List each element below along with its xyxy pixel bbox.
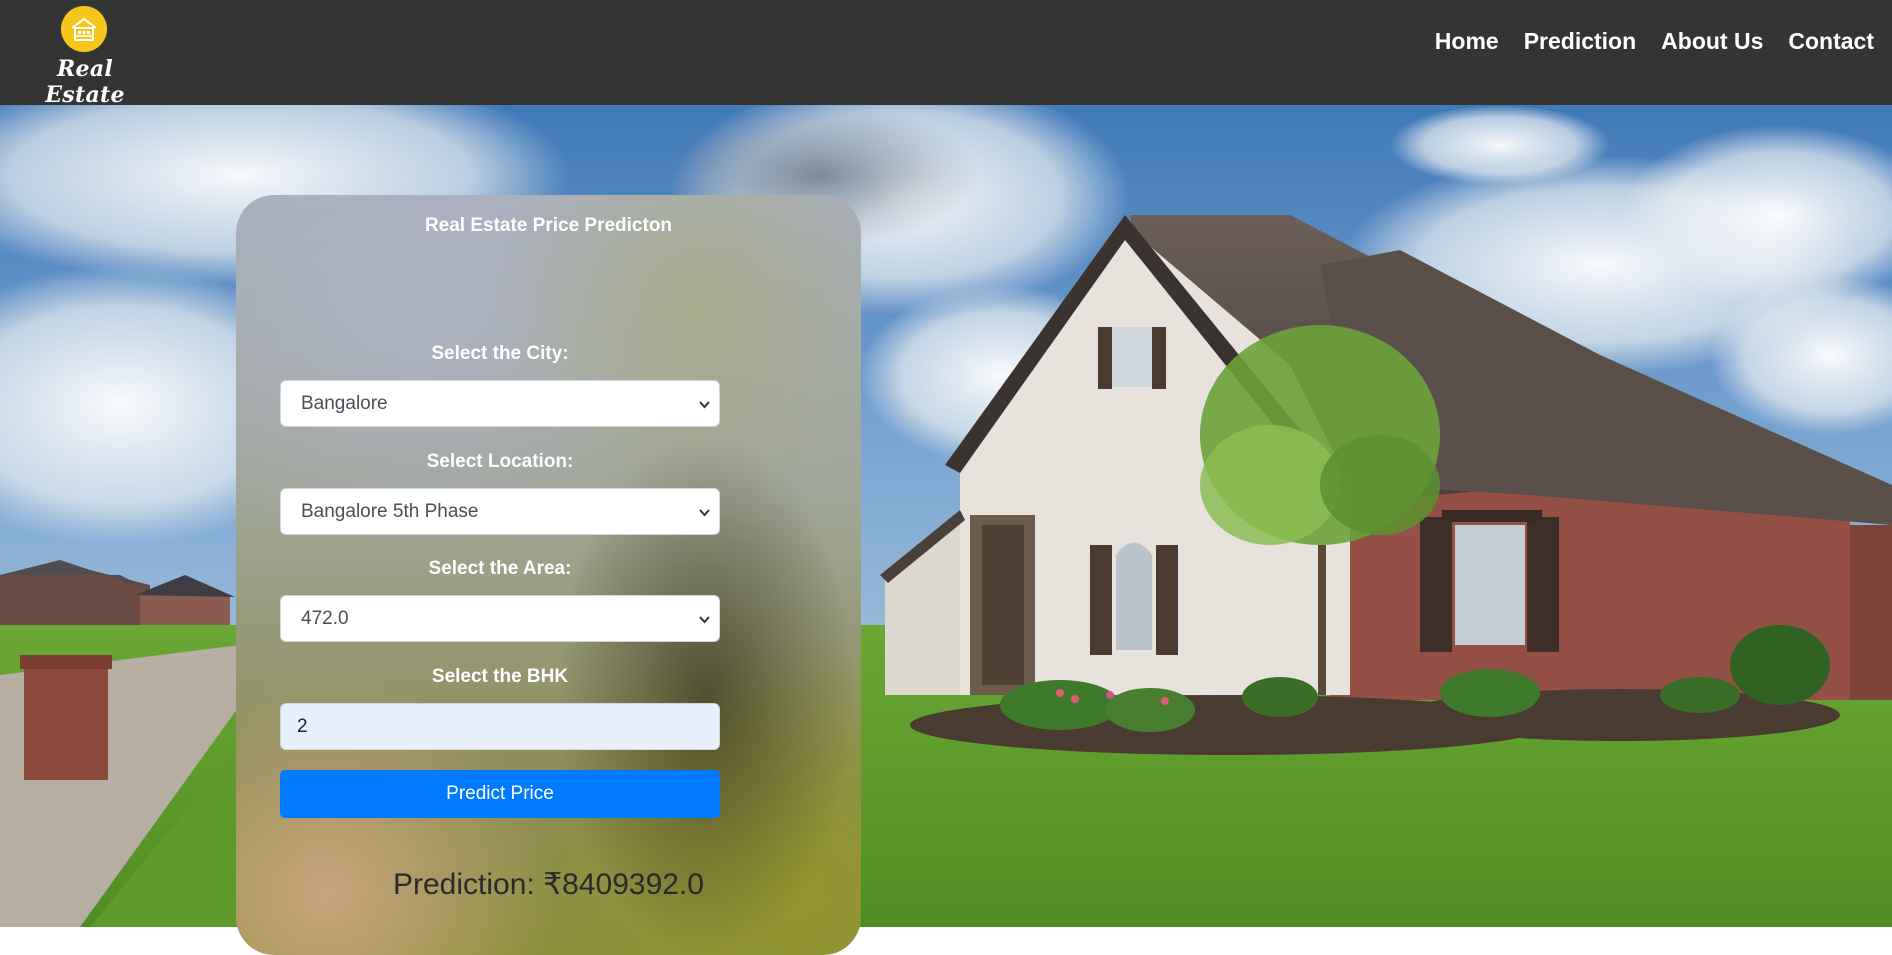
location-select-value: Bangalore 5th Phase xyxy=(301,501,479,522)
house-icon xyxy=(61,6,107,52)
nav-prediction-link[interactable]: Prediction xyxy=(1524,28,1636,55)
chevron-down-icon xyxy=(699,401,710,409)
bhk-input[interactable]: 2 xyxy=(280,703,720,750)
brand-name: Real Estate xyxy=(45,56,125,108)
chevron-down-icon xyxy=(699,616,710,624)
area-select[interactable]: 472.0 xyxy=(280,595,720,642)
city-select-value: Bangalore xyxy=(301,393,388,414)
brand-logo[interactable]: Real Estate xyxy=(22,6,148,108)
chevron-down-icon xyxy=(699,509,710,517)
prediction-form-card: Real Estate Price Predicton Select the C… xyxy=(236,195,861,955)
location-select[interactable]: Bangalore 5th Phase xyxy=(280,488,720,535)
location-label: Select Location: xyxy=(426,451,574,472)
predict-price-button[interactable]: Predict Price xyxy=(280,770,720,818)
nav-links: Home Prediction About Us Contact xyxy=(1435,28,1874,55)
bhk-input-value: 2 xyxy=(297,716,308,737)
bhk-label: Select the BHK xyxy=(431,666,569,687)
area-label: Select the Area: xyxy=(428,558,572,579)
form-title: Real Estate Price Predicton xyxy=(424,215,673,236)
area-select-value: 472.0 xyxy=(301,608,349,629)
navbar: Real Estate Home Prediction About Us Con… xyxy=(0,0,1892,108)
city-select[interactable]: Bangalore xyxy=(280,380,720,427)
nav-contact-link[interactable]: Contact xyxy=(1788,28,1874,55)
prediction-result: Prediction: ₹8409392.0 xyxy=(393,868,704,901)
nav-about-link[interactable]: About Us xyxy=(1661,28,1763,55)
city-label: Select the City: xyxy=(431,343,569,364)
nav-home-link[interactable]: Home xyxy=(1435,28,1499,55)
